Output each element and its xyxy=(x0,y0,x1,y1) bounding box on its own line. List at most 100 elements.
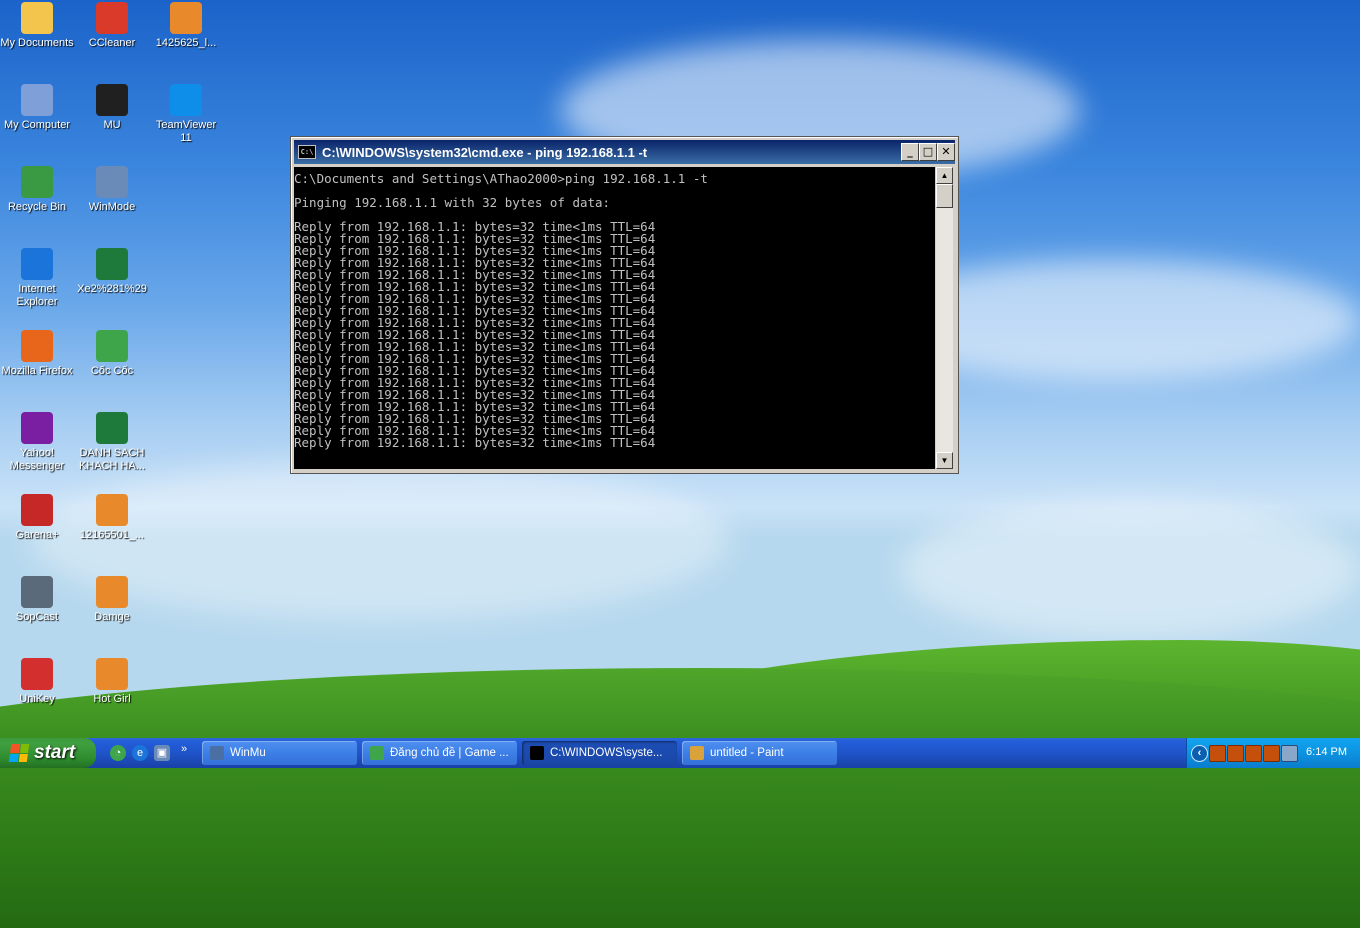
start-label: start xyxy=(34,742,76,763)
tray-app-icon[interactable] xyxy=(1209,745,1226,762)
garena-icon xyxy=(21,494,53,526)
desktop-icon[interactable]: SopCast xyxy=(0,576,74,624)
taskbar-button-label: untitled - Paint xyxy=(710,747,784,759)
desktop-icon-label: Internet Explorer xyxy=(16,283,58,308)
tray-expand-button[interactable]: ‹ xyxy=(1191,745,1208,762)
unikey-icon xyxy=(21,658,53,690)
scroll-up-arrow-icon[interactable]: ▲ xyxy=(936,167,953,184)
desktop-icon[interactable]: MU xyxy=(75,84,149,132)
desktop-icon-label: Mozilla Firefox xyxy=(1,365,73,377)
desktop-icon-label: SopCast xyxy=(15,611,59,623)
desktop-icon[interactable]: 1425625_l... xyxy=(149,2,223,50)
cmd-title-bar[interactable]: C:\ C:\WINDOWS\system32\cmd.exe - ping 1… xyxy=(294,140,955,164)
desktop-icon[interactable]: My Documents xyxy=(0,2,74,50)
internet-explorer-icon xyxy=(21,248,53,280)
tray-app-icon[interactable] xyxy=(1227,745,1244,762)
desktop-icon[interactable]: Internet Explorer xyxy=(0,248,74,309)
windows-logo-icon xyxy=(8,744,30,762)
image-file-icon xyxy=(96,494,128,526)
sopcast-icon xyxy=(21,576,53,608)
scroll-thumb[interactable] xyxy=(936,184,953,208)
mu-game-icon xyxy=(96,84,128,116)
taskbar-button-label: C:\WINDOWS\syste... xyxy=(550,747,663,759)
desktop-icon-label: MU xyxy=(103,119,121,131)
yahoo-messenger-icon xyxy=(21,412,53,444)
desktop-icon[interactable]: CCleaner xyxy=(75,2,149,50)
desktop-icon-label: 1425625_l... xyxy=(155,37,217,49)
system-tray: ‹ 6:14 PM xyxy=(1186,738,1360,768)
console-reply-line: Reply from 192.168.1.1: bytes=32 time<1m… xyxy=(294,435,656,450)
firefox-icon xyxy=(21,330,53,362)
desktop-icon-label: DANH SACH KHACH HA... xyxy=(78,447,145,472)
taskbar: start ◔ e ▣ » WinMu Đăng chủ đề | Game ..… xyxy=(0,738,1360,768)
desktop-icon-label: My Documents xyxy=(0,37,74,49)
desktop-icon[interactable]: Damge xyxy=(75,576,149,624)
desktop-icon-label: CCleaner xyxy=(88,37,136,49)
desktop-icon[interactable]: DANH SACH KHACH HA... xyxy=(75,412,149,473)
desktop-icon-label: TeamViewer 11 xyxy=(155,119,217,144)
desktop-icon[interactable]: Recycle Bin xyxy=(0,166,74,214)
taskbar-button[interactable]: Đăng chủ đề | Game ... xyxy=(362,741,517,765)
tray-app-icon[interactable] xyxy=(1263,745,1280,762)
desktop-icon-label: Recycle Bin xyxy=(7,201,67,213)
taskbar-button[interactable]: C:\WINDOWS\syste... xyxy=(522,741,677,765)
winmode-quicklaunch-icon[interactable]: ▣ xyxy=(154,745,170,761)
desktop-icon[interactable]: Mozilla Firefox xyxy=(0,330,74,378)
taskbar-button-label: Đăng chủ đề | Game ... xyxy=(390,747,509,759)
taskbar-button[interactable]: WinMu xyxy=(202,741,357,765)
maximize-button[interactable]: □ xyxy=(919,143,937,161)
coccoc-quicklaunch-icon[interactable]: ◔ xyxy=(110,745,126,761)
desktop-icon[interactable]: 12165501_... xyxy=(75,494,149,542)
network-icon[interactable] xyxy=(1281,745,1298,762)
clock[interactable]: 6:14 PM xyxy=(1306,746,1347,758)
quick-launch-more-button[interactable]: » xyxy=(178,741,190,757)
cmd-icon[interactable]: C:\ xyxy=(298,145,316,159)
scroll-down-arrow-icon[interactable]: ▼ xyxy=(936,452,953,469)
winmode-icon xyxy=(96,166,128,198)
desktop-icon-label: Hot Girl xyxy=(93,693,131,705)
desktop-icon[interactable]: Garena+ xyxy=(0,494,74,542)
start-button[interactable]: start xyxy=(0,738,96,768)
desktop-icon[interactable]: WinMode xyxy=(75,166,149,214)
internet-explorer-quicklaunch-icon[interactable]: e xyxy=(132,745,148,761)
taskbar-button[interactable]: untitled - Paint xyxy=(682,741,837,765)
my-computer-icon xyxy=(21,84,53,116)
minimize-button[interactable]: _ xyxy=(901,143,919,161)
paint-icon xyxy=(690,746,704,760)
image-file-icon xyxy=(96,576,128,608)
desktop-icon-label: My Computer xyxy=(3,119,71,131)
recycle-bin-icon xyxy=(21,166,53,198)
desktop-icon[interactable]: Cốc Cốc xyxy=(75,330,149,378)
window-title: C:\WINDOWS\system32\cmd.exe - ping 192.1… xyxy=(322,144,648,160)
winmu-icon xyxy=(210,746,224,760)
coccoc-icon xyxy=(370,746,384,760)
desktop-icon-label: Xe2%281%29 xyxy=(77,283,147,295)
tray-app-icon[interactable] xyxy=(1245,745,1262,762)
desktop-icon-label: Garena+ xyxy=(15,529,59,541)
desktop-icon-label: Yahoo! Messenger xyxy=(9,447,65,472)
image-file-icon xyxy=(170,2,202,34)
desktop-icon[interactable]: Xe2%281%29 xyxy=(75,248,149,296)
desktop-icon-label: WinMode xyxy=(88,201,136,213)
desktop-icon-label: Cốc Cốc xyxy=(90,365,134,377)
teamviewer-icon xyxy=(170,84,202,116)
desktop-icon-label: Damge xyxy=(94,611,130,623)
my-documents-icon xyxy=(21,2,53,34)
vertical-scrollbar[interactable]: ▲ ▼ xyxy=(936,167,953,469)
console-output[interactable]: C:\Documents and Settings\AThao2000>ping… xyxy=(294,167,935,469)
cmd-window: C:\ C:\WINDOWS\system32\cmd.exe - ping 1… xyxy=(290,136,959,474)
close-button[interactable]: ✕ xyxy=(937,143,955,161)
console-pinging-line: Pinging 192.168.1.1 with 32 bytes of dat… xyxy=(294,195,611,210)
console-command-line: C:\Documents and Settings\AThao2000>ping… xyxy=(294,171,708,186)
desktop-icon[interactable]: Yahoo! Messenger xyxy=(0,412,74,473)
excel-file-icon xyxy=(96,248,128,280)
desktop-icon[interactable]: TeamViewer 11 xyxy=(149,84,223,145)
image-file-icon xyxy=(96,658,128,690)
desktop-icon[interactable]: UniKey xyxy=(0,658,74,706)
desktop-icon-label: 12165501_... xyxy=(79,529,145,541)
ccleaner-icon xyxy=(96,2,128,34)
taskbar-button-label: WinMu xyxy=(230,747,266,759)
desktop-icon-label: UniKey xyxy=(19,693,55,705)
desktop-icon[interactable]: My Computer xyxy=(0,84,74,132)
desktop-icon[interactable]: Hot Girl xyxy=(75,658,149,706)
